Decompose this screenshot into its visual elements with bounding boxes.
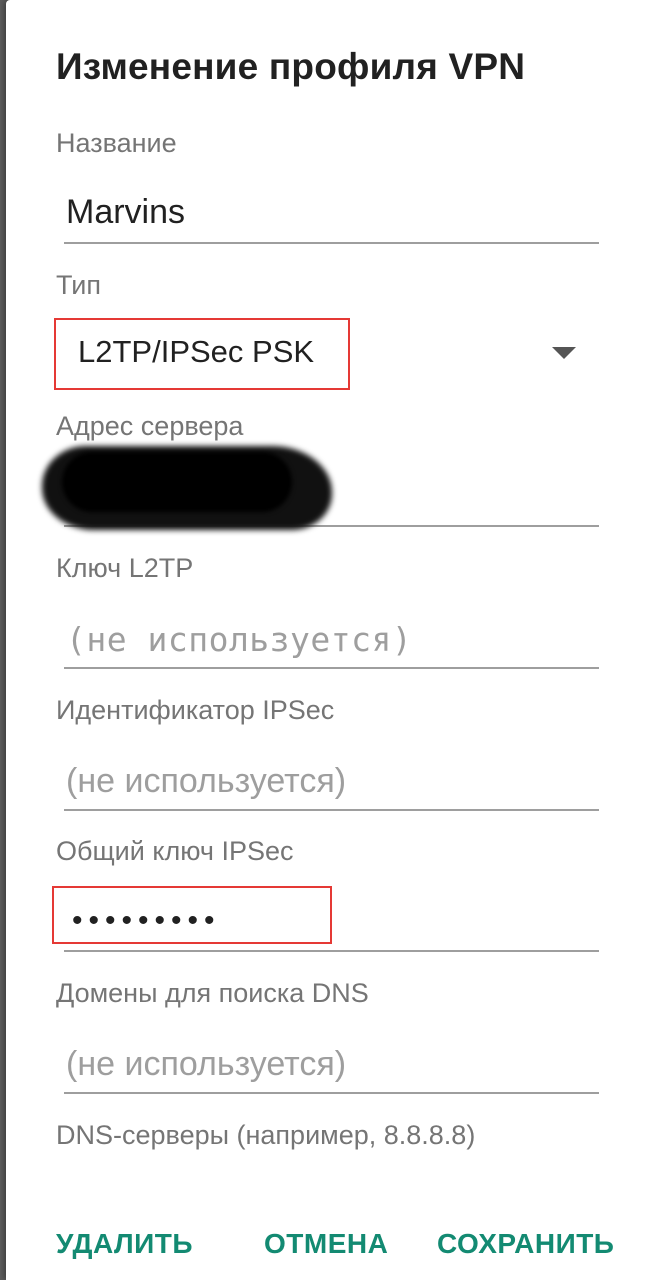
- dialog-title: Изменение профиля VPN: [56, 46, 526, 87]
- server-label: Адрес сервера: [56, 411, 244, 441]
- l2tp-key-label: Ключ L2TP: [56, 553, 194, 583]
- cancel-button[interactable]: ОТМЕНА: [264, 1228, 388, 1260]
- type-label: Тип: [56, 270, 102, 300]
- ipsec-id-field[interactable]: (не используется): [64, 751, 599, 811]
- redaction-scribble-core: [62, 452, 292, 512]
- l2tp-key-placeholder: (не используется): [66, 620, 413, 659]
- psk-highlight-box: [52, 886, 332, 944]
- dns-domains-label: Домены для поиска DNS: [56, 978, 369, 1008]
- dropdown-arrow-icon[interactable]: [552, 347, 576, 359]
- l2tp-key-underline: [64, 667, 599, 669]
- dns-domains-field[interactable]: (не используется): [64, 1034, 599, 1094]
- type-dropdown[interactable]: L2TP/IPSec PSK: [78, 334, 314, 370]
- ipsec-id-label: Идентификатор IPSec: [56, 695, 335, 725]
- save-button[interactable]: СОХРАНИТЬ: [437, 1228, 614, 1260]
- name-value: Marvins: [66, 193, 186, 231]
- ipsec-psk-underline: [64, 950, 599, 952]
- delete-button[interactable]: УДАЛИТЬ: [56, 1228, 193, 1260]
- vpn-profile-dialog: Изменение профиля VPN Название Marvins Т…: [6, 0, 660, 1280]
- name-field[interactable]: Marvins: [64, 184, 599, 244]
- name-label: Название: [56, 128, 177, 158]
- ipsec-id-placeholder: (не используется): [66, 762, 347, 800]
- name-underline: [64, 242, 599, 244]
- ipsec-psk-label: Общий ключ IPSec: [56, 836, 294, 866]
- dialog-actions: УДАЛИТЬ ОТМЕНА СОХРАНИТЬ: [6, 1228, 660, 1268]
- ipsec-id-underline: [64, 809, 599, 811]
- dns-servers-label: DNS-серверы (например, 8.8.8.8): [56, 1120, 476, 1150]
- dns-domains-placeholder: (не используется): [66, 1045, 347, 1083]
- l2tp-key-field[interactable]: (не используется): [64, 609, 599, 669]
- dns-domains-underline: [64, 1092, 599, 1094]
